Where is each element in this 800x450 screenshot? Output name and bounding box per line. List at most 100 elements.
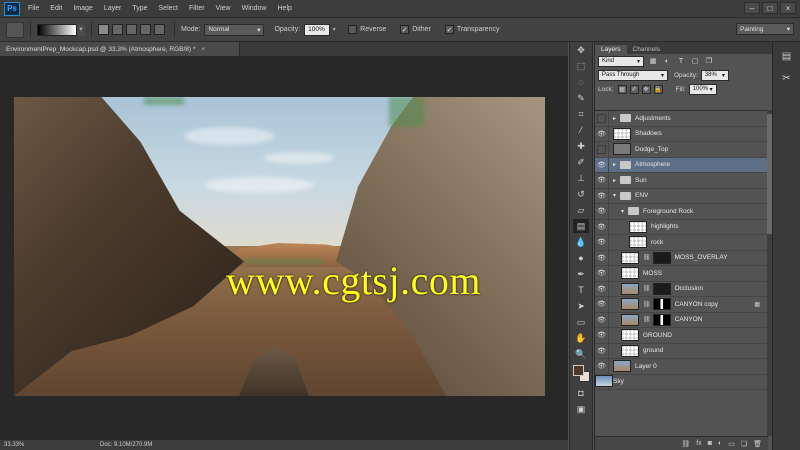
reverse-checkbox[interactable] [348,25,358,34]
layer-thumbnail[interactable] [629,236,647,249]
type-filter-icon[interactable]: T [676,56,686,66]
marquee-tool-icon[interactable]: ⬚ [573,59,589,73]
menu-file[interactable]: File [28,5,39,12]
chevron-right-icon[interactable]: ▸ [613,115,620,122]
layer-name[interactable]: Sky [613,378,624,385]
tab-layers[interactable]: Layers [595,45,627,54]
chevron-down-icon[interactable]: ▾ [621,208,628,215]
layer-thumbnail[interactable] [621,344,639,357]
visibility-toggle[interactable] [595,110,609,126]
layer-name[interactable]: Layer 0 [635,363,657,370]
brush-tool-icon[interactable]: ✐ [573,155,589,169]
close-icon[interactable]: × [201,46,205,53]
eyedropper-tool-icon[interactable]: ⁄ [573,123,589,137]
chain-link-icon[interactable]: ⛓ [643,301,651,308]
layer-name[interactable]: CANYON [675,316,703,323]
radial-gradient-button[interactable] [112,24,123,35]
tab-channels[interactable]: Channels [627,45,666,54]
eye-icon[interactable]: 👁 [595,203,609,219]
layer-name[interactable]: Adjustments [635,115,671,122]
layer-name[interactable]: ground [643,347,663,354]
layer-thumbnail[interactable] [613,143,631,156]
lock-transparent-icon[interactable]: ▦ [617,84,627,94]
layer-name[interactable]: ENV [635,192,648,199]
layer-row[interactable]: ▸ Adjustments [595,110,768,127]
layer-name[interactable]: CANYON copy [675,301,718,308]
eye-icon[interactable]: 👁 [595,327,609,343]
lock-all-icon[interactable]: 🔒 [653,84,663,94]
layer-mask-thumbnail[interactable] [652,282,671,295]
blur-tool-icon[interactable]: 💧 [573,235,589,249]
hand-tool-icon[interactable]: ✋ [573,331,589,345]
layer-name[interactable]: Shadows [635,130,662,137]
chevron-right-icon[interactable]: ▸ [613,177,620,184]
opacity-input[interactable]: 100% [304,23,331,36]
layer-mask-thumbnail[interactable] [652,298,671,311]
zoom-tool-icon[interactable]: 🔍 [573,347,589,361]
adjustment-layer-icon[interactable]: ◐ [718,440,722,447]
zoom-level[interactable]: 33.33% [0,442,30,448]
tool-preset-picker[interactable] [6,21,24,38]
layer-row[interactable]: 👁 ⛓ CANYON [595,312,768,328]
layer-name[interactable]: highlights [651,223,678,230]
layer-row[interactable]: 👁 ⛓ CANYON copy ▦ [595,296,768,313]
smart-object-filter-icon[interactable]: ❐ [704,56,714,66]
dodge-tool-icon[interactable]: ● [573,251,589,265]
shape-filter-icon[interactable]: ▢ [690,56,700,66]
gradient-dropdown-icon[interactable]: ▼ [77,23,85,36]
layer-row[interactable]: 👁 rock [595,234,768,251]
layer-row[interactable]: 👁 Layer 0 [595,358,768,375]
eye-icon[interactable]: 👁 [595,250,609,266]
gradient-preview[interactable] [37,23,77,36]
tool-presets-icon[interactable]: ✂ [778,70,796,86]
layer-name[interactable]: Sun [635,177,647,184]
workspace-select[interactable]: Painting ▾ [736,23,794,35]
menu-view[interactable]: View [216,5,231,12]
menu-layer[interactable]: Layer [104,5,122,12]
path-select-tool-icon[interactable]: ➤ [573,299,589,313]
document-canvas[interactable] [14,97,545,396]
layer-thumbnail[interactable] [595,374,613,387]
eye-icon[interactable]: 👁 [595,296,609,312]
chain-link-icon[interactable]: ⛓ [643,285,651,292]
layer-mask-thumbnail[interactable] [652,313,671,326]
lasso-tool-icon[interactable]: ◌ [573,75,589,89]
menu-edit[interactable]: Edit [50,5,62,12]
layer-thumbnail[interactable] [613,127,631,140]
link-layers-icon[interactable]: ⛓ [681,440,690,448]
fill-input[interactable]: 100% ▾ [688,83,717,95]
layer-opacity-input[interactable]: 38% ▾ [700,69,729,81]
menu-type[interactable]: Type [132,5,147,12]
eye-icon[interactable]: 👁 [595,188,609,204]
reflected-gradient-button[interactable] [140,24,151,35]
new-layer-icon[interactable]: ❏ [741,440,747,448]
close-button[interactable]: × [780,2,796,14]
mode-select[interactable]: Normal ▾ [204,23,265,36]
layer-row[interactable]: 👁 ground [595,343,768,359]
layer-row[interactable]: 👁 ▸ Sun [595,172,768,189]
layer-name[interactable]: MOSS [643,270,662,277]
layer-name[interactable]: rock [651,239,663,246]
eye-icon[interactable]: 👁 [595,281,609,297]
fx-icon[interactable]: fx [696,440,701,447]
chevron-down-icon[interactable]: ▾ [613,192,620,199]
layer-name[interactable]: GROUND [643,332,672,339]
dither-checkbox[interactable]: ✓ [400,25,410,34]
eye-icon[interactable]: 👁 [595,157,609,173]
filter-kind-select[interactable]: Kind ▾ [598,55,644,67]
eye-icon[interactable]: 👁 [595,234,609,250]
shape-tool-icon[interactable]: ▭ [573,315,589,329]
chain-link-icon[interactable]: ⛓ [643,254,651,261]
minimize-button[interactable]: – [744,2,760,14]
quick-select-tool-icon[interactable]: ✎ [573,91,589,105]
layer-thumbnail[interactable] [621,329,639,342]
layer-thumbnail[interactable] [621,251,639,264]
angle-gradient-button[interactable] [126,24,137,35]
menu-select[interactable]: Select [159,5,178,12]
layer-name[interactable]: Occlusion [675,285,704,292]
menu-help[interactable]: Help [278,5,292,12]
history-brush-tool-icon[interactable]: ↺ [573,187,589,201]
layer-mask-thumbnail[interactable] [652,251,671,264]
lock-pixels-icon[interactable]: ✐ [629,84,639,94]
trash-icon[interactable]: 🗑 [753,440,762,448]
